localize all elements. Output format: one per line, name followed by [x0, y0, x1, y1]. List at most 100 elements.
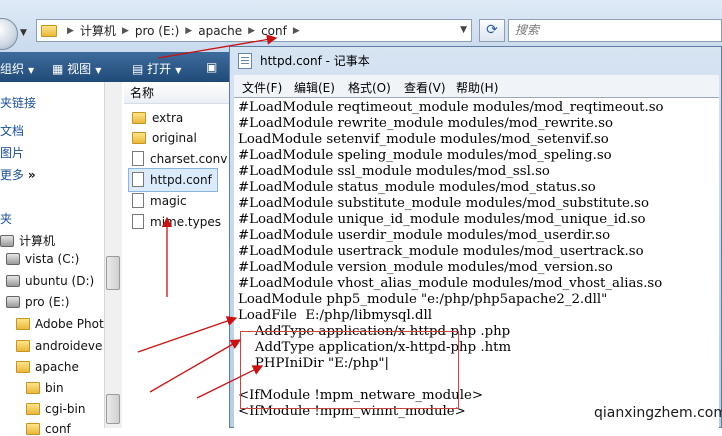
- tree-item-bin[interactable]: bin: [26, 381, 64, 395]
- tree-item-vista[interactable]: vista (C:): [6, 252, 79, 266]
- window-title: httpd.conf - 记事本: [260, 54, 370, 68]
- tree-label: conf: [45, 422, 71, 436]
- file-icon: [132, 214, 144, 229]
- tree-item-pro[interactable]: pro (E:): [6, 295, 69, 309]
- back-button[interactable]: [0, 18, 18, 50]
- notepad-icon: [238, 53, 252, 69]
- file-label: magic: [150, 193, 187, 208]
- code-line[interactable]: #LoadModule rewrite_module modules/mod_r…: [238, 116, 613, 132]
- file-icon: [132, 193, 144, 208]
- navigation-scrollbar[interactable]: [104, 82, 122, 428]
- tree-item-computer[interactable]: 计算机: [0, 232, 55, 249]
- folder-icon: [132, 112, 146, 124]
- chevron-down-icon[interactable]: ▼: [20, 28, 27, 38]
- file-label: mime.types: [150, 214, 221, 229]
- code-line[interactable]: #LoadModule unique_id_module modules/mod…: [238, 212, 646, 228]
- code-line[interactable]: LoadModule setenvif_module modules/mod_s…: [238, 132, 609, 148]
- address-bar[interactable]: ▶ 计算机 ▶ pro (E:) ▶ apache ▶ conf ▶ ▼: [36, 19, 472, 42]
- menu-edit[interactable]: 编辑(E): [294, 79, 335, 96]
- highlight-box: [240, 331, 459, 409]
- open-label: 打开: [147, 62, 172, 76]
- search-input[interactable]: 搜索: [508, 19, 722, 42]
- tree-label: vista (C:): [25, 252, 80, 266]
- breadcrumb-drive[interactable]: pro (E:): [135, 24, 179, 38]
- favorite-links-header: 夹链接: [0, 96, 37, 110]
- code-line[interactable]: #LoadModule vhost_alias_module modules/m…: [238, 276, 662, 292]
- open-button[interactable]: ▤ 打开 ▼: [132, 60, 181, 77]
- file-icon: [132, 151, 144, 166]
- folder-icon: [26, 382, 40, 394]
- views-button[interactable]: ▦ 视图 ▼: [52, 60, 101, 77]
- tree-label: 计算机: [19, 234, 56, 248]
- file-httpd-conf[interactable]: httpd.conf: [132, 172, 212, 187]
- menu-file[interactable]: 文件(F): [242, 79, 282, 96]
- code-line[interactable]: #LoadModule ssl_module modules/mod_ssl.s…: [238, 164, 550, 180]
- folder-icon: [16, 318, 30, 330]
- chevron-right-icon[interactable]: ▶: [122, 26, 129, 36]
- tree-item-apache[interactable]: apache: [16, 360, 79, 374]
- tree-label: bin: [45, 381, 64, 395]
- file-magic[interactable]: magic: [132, 193, 187, 208]
- computer-icon: [0, 234, 14, 247]
- code-line[interactable]: #LoadModule reqtimeout_module modules/mo…: [238, 100, 664, 116]
- file-extra[interactable]: extra: [132, 111, 183, 125]
- file-label: original: [152, 131, 197, 145]
- chevron-down-icon: ▼: [28, 66, 35, 75]
- file-label: charset.conv: [150, 151, 228, 166]
- more-chevron-icon: »: [27, 168, 36, 182]
- favorite-more-label: 更多: [0, 168, 25, 182]
- chevron-right-icon[interactable]: ▶: [293, 26, 300, 36]
- code-line[interactable]: #LoadModule usertrack_module modules/mod…: [238, 244, 644, 260]
- favorite-pictures[interactable]: 图片: [0, 144, 24, 161]
- chevron-down-icon[interactable]: ▼: [460, 25, 467, 35]
- file-charset[interactable]: charset.conv: [132, 151, 227, 166]
- code-line[interactable]: #LoadModule version_module modules/mod_v…: [238, 260, 613, 276]
- tree-label: ubuntu (D:): [25, 274, 95, 288]
- code-line[interactable]: #LoadModule substitute_module modules/mo…: [238, 196, 649, 212]
- code-line[interactable]: #LoadModule userdir_module modules/mod_u…: [238, 228, 610, 244]
- tree-item-cgi-bin[interactable]: cgi-bin: [26, 402, 85, 416]
- code-line[interactable]: #LoadModule speling_module modules/mod_s…: [238, 148, 612, 164]
- favorite-more[interactable]: 更多 »: [0, 166, 36, 183]
- folders-header[interactable]: 夹: [0, 210, 12, 227]
- breadcrumb-computer[interactable]: 计算机: [80, 22, 116, 39]
- watermark: qianxingzhem.com: [594, 405, 722, 421]
- views-icon: ▦: [52, 62, 64, 76]
- refresh-icon[interactable]: ⟳: [479, 19, 505, 42]
- file-icon: [132, 172, 144, 187]
- organize-button[interactable]: 组织 ▼: [0, 60, 34, 77]
- menu-help[interactable]: 帮助(H): [456, 79, 498, 96]
- file-mime-types[interactable]: mime.types: [132, 214, 221, 229]
- chevron-right-icon[interactable]: ▶: [248, 26, 255, 36]
- scrollbar-thumb[interactable]: [106, 256, 120, 290]
- breadcrumb-conf[interactable]: conf: [261, 24, 287, 38]
- chevron-down-icon: ▼: [175, 66, 182, 75]
- favorite-documents[interactable]: 文档: [0, 122, 24, 139]
- folder-icon: [132, 132, 146, 144]
- menu-view[interactable]: 查看(V): [404, 79, 446, 96]
- tree-label: androideve: [35, 339, 103, 353]
- tree-item-adobe[interactable]: Adobe Phot: [16, 317, 104, 331]
- tree-item-androideve[interactable]: androideve: [16, 339, 102, 353]
- chevron-right-icon[interactable]: ▶: [67, 26, 74, 36]
- code-line[interactable]: LoadFile E:/php/libmysql.dll: [238, 308, 432, 324]
- tree-item-conf[interactable]: conf: [26, 422, 71, 436]
- chevron-right-icon[interactable]: ▶: [185, 26, 192, 36]
- breadcrumb-apache[interactable]: apache: [198, 24, 242, 38]
- folder-open-icon: [16, 361, 30, 373]
- print-icon[interactable]: ▣: [206, 60, 217, 74]
- tree-label: Adobe Phot: [35, 317, 104, 331]
- notepad-icon: ▤: [132, 62, 144, 76]
- scrollbar-thumb[interactable]: [106, 394, 120, 424]
- folder-icon: [41, 24, 57, 37]
- file-label: extra: [152, 111, 184, 125]
- file-original[interactable]: original: [132, 131, 197, 145]
- file-label: httpd.conf: [150, 172, 212, 187]
- address-row: ▼ ▶ 计算机 ▶ pro (E:) ▶ apache ▶ conf ▶ ▼ ⟳…: [0, 0, 722, 52]
- tree-item-ubuntu[interactable]: ubuntu (D:): [6, 274, 94, 288]
- menu-format[interactable]: 格式(O): [348, 79, 391, 96]
- code-line[interactable]: #LoadModule status_module modules/mod_st…: [238, 180, 596, 196]
- code-line[interactable]: LoadModule php5_module "e:/php/php5apach…: [238, 292, 607, 308]
- column-header-name[interactable]: 名称: [124, 82, 234, 104]
- chevron-down-icon: ▼: [95, 66, 102, 75]
